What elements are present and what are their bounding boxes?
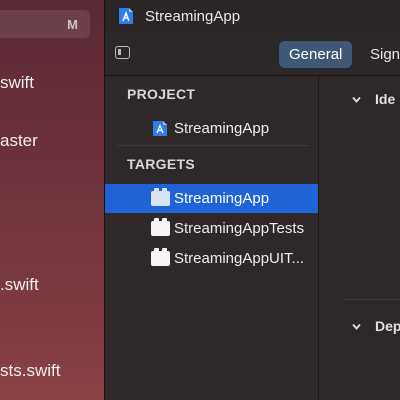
navigator-filter-row[interactable]: M — [0, 10, 90, 38]
target-item[interactable]: StreamingAppTests — [105, 214, 318, 243]
target-item[interactable]: StreamingAppUIT... — [105, 244, 318, 273]
project-navigator: M swift aster .swift sts.swift — [0, 0, 105, 400]
modified-badge: M — [67, 17, 78, 32]
section-divider — [117, 145, 308, 146]
identity-section-header[interactable]: Ide — [375, 91, 395, 107]
navigator-file-item[interactable]: aster — [0, 131, 38, 151]
target-item-selected[interactable]: StreamingApp — [105, 184, 318, 213]
tab-general[interactable]: General — [279, 41, 353, 68]
project-item-label: StreamingApp — [174, 120, 270, 137]
tab-signing[interactable]: Signi — [360, 41, 400, 68]
target-item-label: StreamingApp — [174, 190, 270, 207]
section-divider — [343, 299, 400, 300]
xcode-project-icon — [119, 8, 133, 24]
deployment-section-header[interactable]: Dep — [375, 318, 400, 334]
editor-tab-bar: General Signi — [105, 34, 400, 76]
navigator-file-item[interactable]: sts.swift — [0, 361, 60, 381]
test-target-icon — [151, 218, 170, 236]
window-title: StreamingApp — [145, 8, 241, 25]
test-target-icon — [151, 248, 170, 266]
target-settings-pane: Ide Dep — [318, 76, 400, 400]
project-item[interactable]: StreamingApp — [105, 114, 318, 143]
navigator-file-item[interactable]: swift — [0, 73, 34, 93]
chevron-down-icon[interactable] — [352, 95, 361, 104]
navigator-file-item[interactable]: .swift — [0, 275, 39, 295]
sidebar-toggle-icon[interactable] — [115, 46, 130, 59]
targets-section-header: TARGETS — [127, 156, 195, 172]
xcode-project-icon — [153, 121, 167, 136]
chevron-down-icon[interactable] — [352, 322, 361, 331]
target-item-label: StreamingAppUIT... — [174, 250, 305, 267]
xcode-window: M swift aster .swift sts.swift Streaming… — [0, 0, 400, 400]
target-item-label: StreamingAppTests — [174, 220, 305, 237]
app-target-icon — [151, 188, 170, 206]
window-titlebar: StreamingApp — [105, 0, 400, 34]
project-section-header: PROJECT — [127, 86, 196, 102]
project-targets-list: PROJECT StreamingApp TARGETS StreamingAp… — [105, 76, 318, 400]
